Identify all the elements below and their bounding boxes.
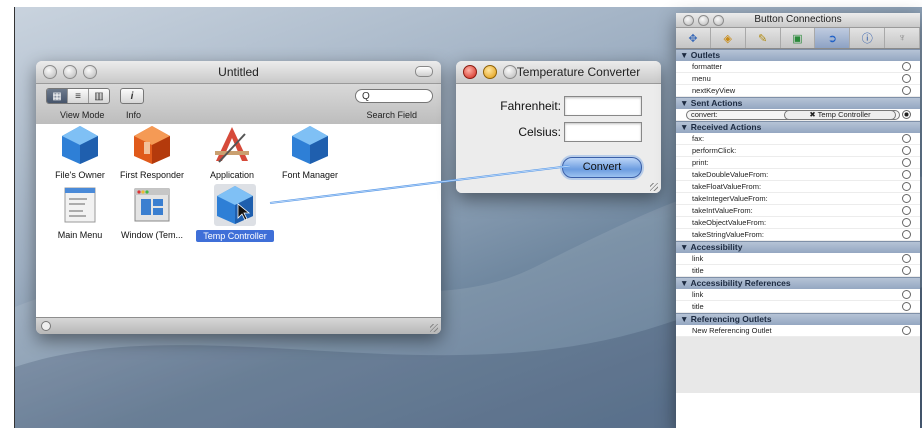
outlet-label: menu [692,74,711,83]
outlet-row[interactable]: formatter [676,61,920,73]
inspector-titlebar[interactable]: Button Connections [676,13,920,28]
connection-circle-icon[interactable] [902,146,911,155]
action-label: takeIntValueFrom: [692,206,753,215]
action-label: fax: [692,134,705,143]
connection-circle-icon[interactable] [902,170,911,179]
info-icon[interactable]: ⓘ [850,28,886,48]
action-row[interactable]: takeIntegerValueFrom: [676,193,920,205]
action-row[interactable]: fax: [676,133,920,145]
outlet-row[interactable]: menu [676,73,920,85]
connection-circle-icon[interactable] [902,206,911,215]
referencing-outlet-row[interactable]: New Referencing Outlet [676,325,920,337]
action-label: print: [692,158,709,167]
connection-circle-icon[interactable] [902,290,911,299]
inspector-title: Button Connections [754,14,842,25]
section-outlets[interactable]: ▼ Outlets [676,49,920,61]
connection-circle-icon[interactable] [902,326,911,335]
connection-circle-icon[interactable] [902,62,911,71]
action-label: takeFloatValueFrom: [692,182,762,191]
accessibility-row[interactable]: title [676,265,920,277]
section-accessibility[interactable]: ▼ Accessibility [676,241,920,253]
outlet-label: formatter [692,62,723,71]
connection-circle-icon[interactable] [902,266,911,275]
accessibility-label: link [692,254,704,263]
action-label: takeIntegerValueFrom: [692,194,768,203]
size-icon[interactable]: ✎ [746,28,781,48]
accessibility-ref-row[interactable]: title [676,301,920,313]
referencing-outlet-label: New Referencing Outlet [692,326,772,335]
inspector-tabs: ✥ ◈ ✎ ▣ ➲ ⓘ ♆ [676,28,920,49]
minimize-button[interactable] [698,15,709,26]
sent-action-row[interactable]: convert: ✖ Temp Controller [676,109,920,121]
sent-action-target[interactable]: ✖ Temp Controller [784,110,896,120]
connection-circle-icon[interactable] [902,110,911,119]
action-row[interactable]: takeDoubleValueFrom: [676,169,920,181]
bindings-icon[interactable]: ▣ [781,28,816,48]
accessibility-ref-row[interactable]: link [676,289,920,301]
action-row[interactable]: takeStringValueFrom: [676,229,920,241]
action-label: takeStringValueFrom: [692,230,764,239]
action-row[interactable]: takeFloatValueFrom: [676,181,920,193]
attributes-icon[interactable]: ✥ [676,28,711,48]
outlet-row[interactable]: nextKeyView [676,85,920,97]
action-row[interactable]: performClick: [676,145,920,157]
identity-icon[interactable]: ♆ [885,28,920,48]
connection-circle-icon[interactable] [902,230,911,239]
connection-circle-icon[interactable] [902,74,911,83]
effects-icon[interactable]: ◈ [711,28,746,48]
section-referencing-outlets[interactable]: ▼ Referencing Outlets [676,313,920,325]
action-label: takeDoubleValueFrom: [692,170,769,179]
connection-circle-icon[interactable] [902,158,911,167]
action-label: performClick: [692,146,737,155]
action-row[interactable]: print: [676,157,920,169]
connection-circle-icon[interactable] [902,182,911,191]
connections-icon[interactable]: ➲ [815,28,851,48]
accessibility-ref-label: title [692,302,704,311]
accessibility-row[interactable]: link [676,253,920,265]
action-label: takeObjectValueFrom: [692,218,767,227]
connection-circle-icon[interactable] [902,134,911,143]
section-sent-actions[interactable]: ▼ Sent Actions [676,97,920,109]
inspector-panel: Button Connections ✥ ◈ ✎ ▣ ➲ ⓘ ♆ ▼ Outle… [676,13,920,428]
connection-circle-icon[interactable] [902,254,911,263]
action-row[interactable]: takeObjectValueFrom: [676,217,920,229]
connection-circle-icon[interactable] [902,302,911,311]
section-received-actions[interactable]: ▼ Received Actions [676,121,920,133]
connection-circle-icon[interactable] [902,86,911,95]
zoom-button[interactable] [713,15,724,26]
accessibility-label: title [692,266,704,275]
inspector-empty-area [676,393,920,428]
connection-circle-icon[interactable] [902,194,911,203]
outlet-label: nextKeyView [692,86,736,95]
close-button[interactable] [683,15,694,26]
connection-circle-icon[interactable] [902,218,911,227]
accessibility-ref-label: link [692,290,704,299]
action-row[interactable]: takeIntValueFrom: [676,205,920,217]
section-accessibility-references[interactable]: ▼ Accessibility References [676,277,920,289]
